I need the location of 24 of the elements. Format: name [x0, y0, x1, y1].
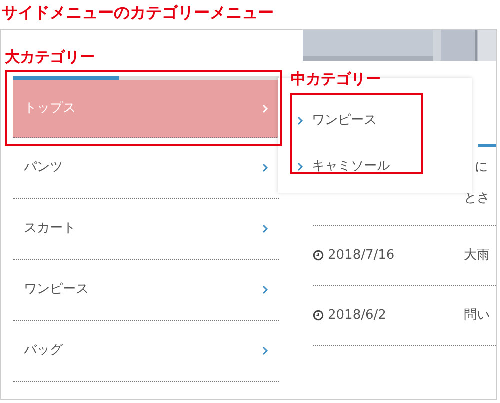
- news-date: 2018/6/2: [328, 306, 386, 325]
- clock-icon: [313, 310, 324, 321]
- news-date: 2018/7/16: [328, 246, 395, 265]
- news-text: に: [475, 160, 488, 175]
- clock-icon: [313, 250, 324, 261]
- sidebar-item[interactable]: スカート: [13, 199, 279, 260]
- chevron-icon: [262, 104, 269, 114]
- chevron-icon: [297, 162, 304, 172]
- submenu-item[interactable]: キャミソール: [312, 157, 390, 177]
- sidebar-item[interactable]: バッグ: [13, 321, 279, 382]
- chevron-icon: [262, 285, 269, 295]
- news-link[interactable]: 大雨: [464, 246, 490, 266]
- news-link[interactable]: 問い: [464, 306, 490, 326]
- sidebar-item[interactable]: ワンピース: [13, 260, 279, 321]
- annotation-label: 大カテゴリー: [5, 47, 95, 68]
- news-text: とさ: [464, 191, 490, 206]
- chevron-icon: [262, 346, 269, 356]
- chevron-icon: [262, 163, 269, 173]
- chevron-icon: [297, 116, 304, 126]
- annotation-label: 中カテゴリー: [291, 69, 381, 90]
- annotation-title: サイドメニューのカテゴリーメニュー: [1, 2, 275, 24]
- section-rule: [478, 144, 496, 147]
- chevron-icon: [262, 224, 269, 234]
- submenu-item[interactable]: ワンピース: [312, 111, 377, 131]
